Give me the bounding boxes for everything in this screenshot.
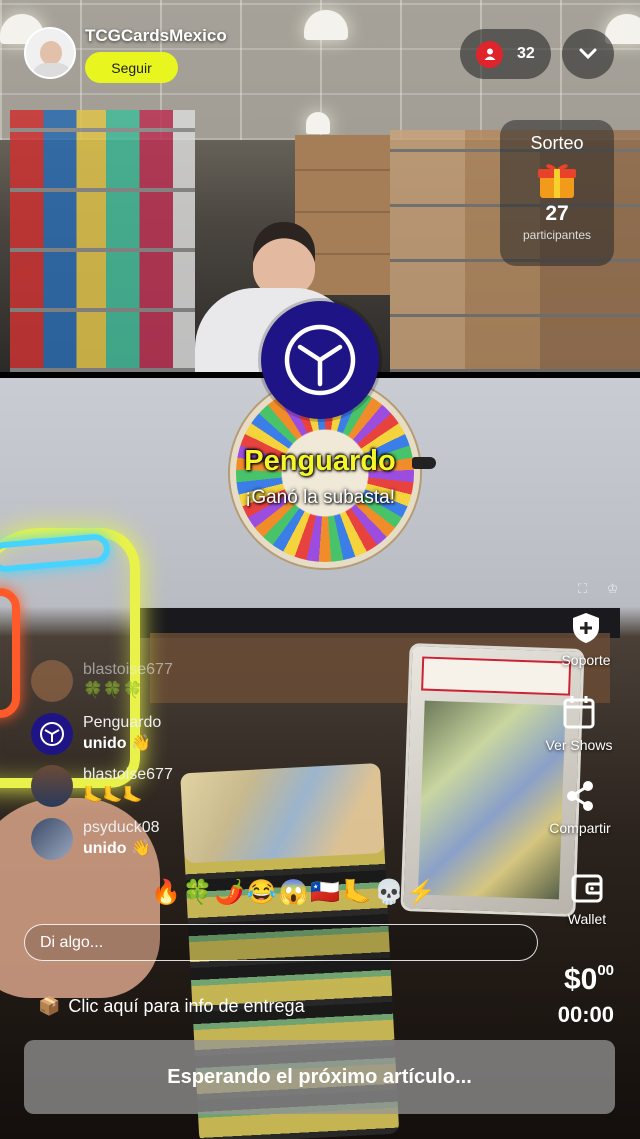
delivery-info-link[interactable]: 📦 Clic aquí para info de entrega [38,996,305,1017]
package-icon: 📦 [38,996,61,1016]
wallet-button[interactable]: Wallet [537,873,637,927]
chat-message: Penguardo unido 👋 [31,713,161,763]
host-avatar[interactable] [24,27,76,79]
share-button[interactable]: Compartir [530,780,630,836]
viewer-count: 32 [517,45,535,62]
brand-logo-icon [261,301,379,419]
calendar-icon [529,695,629,729]
shield-plus-icon [536,612,636,644]
waiting-next-item-button[interactable]: Esperando el próximo artículo... [24,1040,615,1114]
user-icon [476,40,503,68]
winner-message: ¡Ganó la subasta! [245,487,395,508]
avatar [31,765,73,807]
price-cents: 00 [597,962,614,979]
avatar [31,660,73,702]
auction-timer: 00:00 [557,1002,614,1027]
share-label: Compartir [549,820,611,836]
reaction-bar[interactable]: 🔥🍀🌶️😂😱🇨🇱🦶💀⚡ [151,878,438,907]
chat-input[interactable]: Di algo... [24,924,538,961]
collapse-button[interactable] [562,29,614,79]
avatar [31,713,73,755]
view-shows-button[interactable]: Ver Shows [529,695,629,753]
raffle-title: Sorteo [530,133,584,153]
chat-text: 🍀🍀🍀 [83,682,143,699]
support-label: Soporte [561,652,611,668]
raffle-count: 27 [545,202,569,225]
chat-message: blastoise677 🍀🍀🍀 [31,660,173,710]
chat-text: 🦶🦶🦶 [83,787,143,804]
support-button[interactable]: Soporte [536,612,636,668]
raffle-label: participantes [522,228,592,242]
chat-username: blastoise677 [83,661,173,678]
chat-text: unido 👋 [83,735,151,752]
chat-message: psyduck08 unido 👋 [31,818,160,868]
wallet-icon [537,873,637,903]
winner-name: Penguardo [244,445,396,477]
chat-username: blastoise677 [83,766,173,783]
avatar [31,818,73,860]
share-icon [530,780,630,812]
follow-button[interactable]: Seguir [85,52,178,83]
price-value: $0 [563,963,598,996]
chevron-down-icon [579,48,597,60]
chat-username: psyduck08 [83,819,160,836]
delivery-info-text: Clic aquí para info de entrega [68,996,305,1016]
view-shows-label: Ver Shows [545,737,613,753]
raffle-panel[interactable]: Sorteo 27 participantes [500,120,614,266]
chat-message: blastoise677 🦶🦶🦶 [31,765,173,815]
viewer-count-badge[interactable]: 32 [460,29,551,79]
chat-text: unido 👋 [83,840,151,857]
gift-icon [536,158,578,200]
wallet-label: Wallet [567,911,607,927]
chat-username: Penguardo [83,714,162,731]
fullscreen-icon[interactable]: ⛶ ♔ [578,581,626,597]
current-price: $000 [564,962,614,997]
host-name[interactable]: TCGCardsMexico [85,26,227,46]
